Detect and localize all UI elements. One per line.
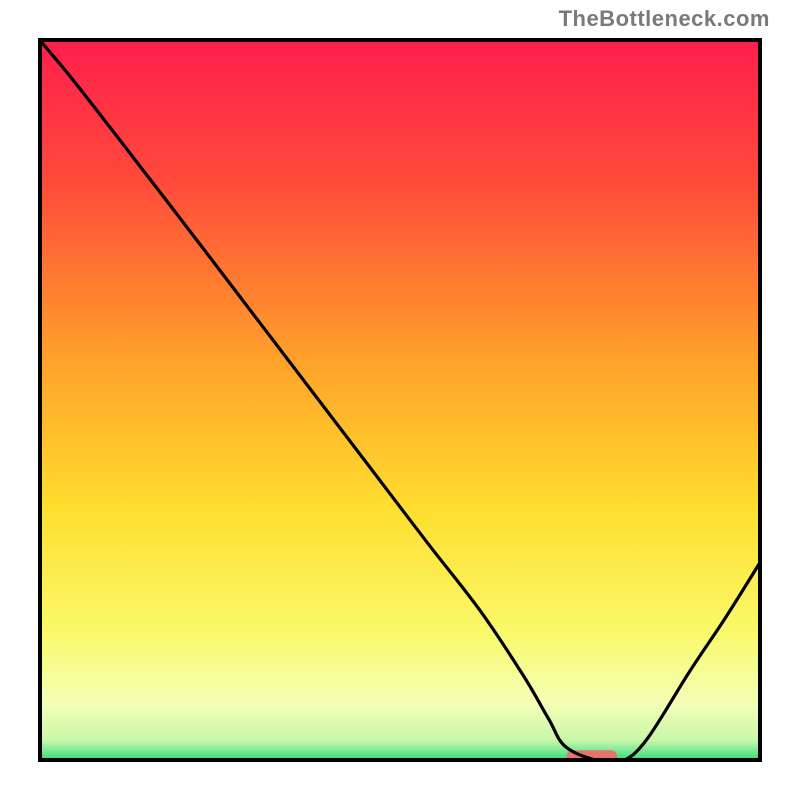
chart-border (38, 38, 762, 762)
attribution-label: TheBottleneck.com (559, 6, 770, 32)
chart-frame (30, 30, 770, 770)
